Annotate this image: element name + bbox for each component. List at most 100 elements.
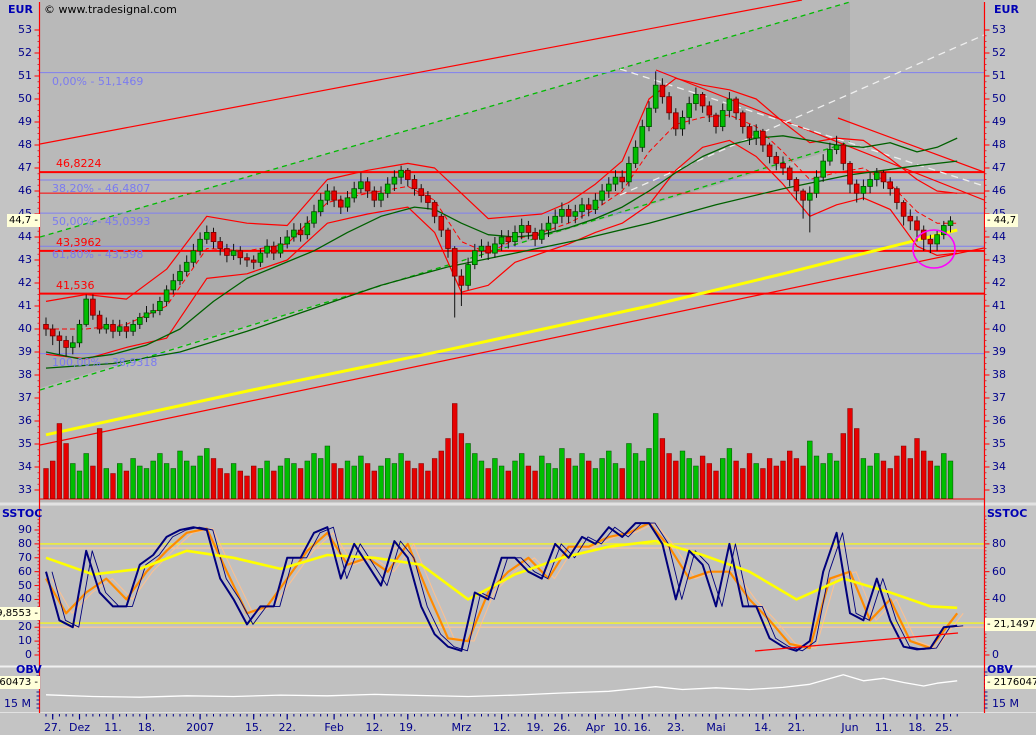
volume-bar [673, 461, 678, 499]
candle-body [218, 242, 223, 249]
volume-bar [472, 454, 477, 499]
candle-body [613, 177, 618, 184]
candle-body [292, 230, 297, 237]
volume-bar [687, 459, 692, 499]
volume-bar [740, 469, 745, 499]
candle-body [171, 281, 176, 290]
candle-body [814, 177, 819, 193]
volume-bar [151, 461, 156, 499]
candle-body [486, 246, 491, 253]
volume-bar [211, 459, 216, 499]
candle-body [426, 196, 431, 203]
volume-bar [807, 441, 812, 499]
volume-bar [204, 449, 209, 499]
volume-bar [312, 454, 317, 499]
volume-bar [285, 459, 290, 499]
candle-body [667, 97, 672, 113]
candle-body [660, 85, 665, 97]
candle-body [600, 191, 605, 200]
volume-bar [519, 454, 524, 499]
volume-bar [379, 466, 384, 499]
candle-body [653, 85, 658, 108]
candle-body [740, 113, 745, 127]
volume-bar [868, 466, 873, 499]
candle-body [767, 145, 772, 157]
volume-bar [191, 466, 196, 499]
volume-bar [895, 456, 900, 499]
volume-bar [714, 471, 719, 499]
candle-body [70, 343, 75, 348]
candle-body [915, 221, 920, 230]
candle-body [479, 246, 484, 251]
candle-body [801, 191, 806, 200]
candle-body [184, 262, 189, 271]
candle-body [714, 115, 719, 127]
chart-canvas[interactable] [0, 0, 1036, 735]
candle-body [305, 223, 310, 235]
volume-bar [372, 471, 377, 499]
volume-bar [600, 459, 605, 499]
volume-bar [359, 456, 364, 499]
volume-bar [251, 466, 256, 499]
volume-bar [828, 454, 833, 499]
candle-body [854, 184, 859, 193]
volume-bar [325, 446, 330, 499]
candle-body [50, 329, 55, 336]
candle-body [332, 191, 337, 200]
volume-bar [620, 469, 625, 499]
candle-body [881, 173, 886, 182]
volume-bar [888, 469, 893, 499]
volume-bar [747, 454, 752, 499]
candle-body [533, 232, 538, 239]
volume-bar [178, 451, 183, 499]
volume-bar [566, 459, 571, 499]
candle-body [707, 106, 712, 115]
candle-body [874, 173, 879, 180]
volume-bar [218, 469, 223, 499]
volume-bar [633, 454, 638, 499]
volume-bar [854, 429, 859, 499]
candle-body [446, 230, 451, 248]
candle-body [278, 244, 283, 253]
candle-body [754, 131, 759, 138]
volume-bar [593, 469, 598, 499]
volume-bar [727, 449, 732, 499]
volume-bar [338, 469, 343, 499]
candle-body [352, 189, 357, 198]
volume-bar [265, 461, 270, 499]
volume-bar [332, 464, 337, 499]
candle-body [466, 265, 471, 286]
volume-bar [298, 469, 303, 499]
candle-body [472, 251, 477, 265]
volume-bar [439, 451, 444, 499]
candle-body [104, 324, 109, 329]
volume-bar [124, 471, 129, 499]
candle-body [392, 177, 397, 184]
candle-body [325, 191, 330, 200]
candle-body [687, 104, 692, 118]
volume-bar [184, 461, 189, 499]
candle-body [640, 127, 645, 148]
volume-bar [97, 429, 102, 499]
volume-bar [881, 461, 886, 499]
candle-body [888, 182, 893, 189]
volume-bar [848, 409, 853, 499]
candle-body [499, 237, 504, 244]
volume-bar [117, 464, 122, 499]
candle-body [700, 94, 705, 106]
candle-body [204, 232, 209, 239]
volume-bar [104, 469, 109, 499]
volume-bar [874, 454, 879, 499]
candle-body [285, 237, 290, 244]
volume-bar [627, 444, 632, 499]
volume-bar [526, 466, 531, 499]
volume-bar [580, 454, 585, 499]
candle-body [828, 150, 833, 162]
candle-body [452, 249, 457, 277]
volume-bar [533, 471, 538, 499]
candle-body [539, 230, 544, 239]
volume-bar [399, 454, 404, 499]
candle-body [908, 216, 913, 221]
volume-bar [345, 461, 350, 499]
volume-bar [921, 451, 926, 499]
